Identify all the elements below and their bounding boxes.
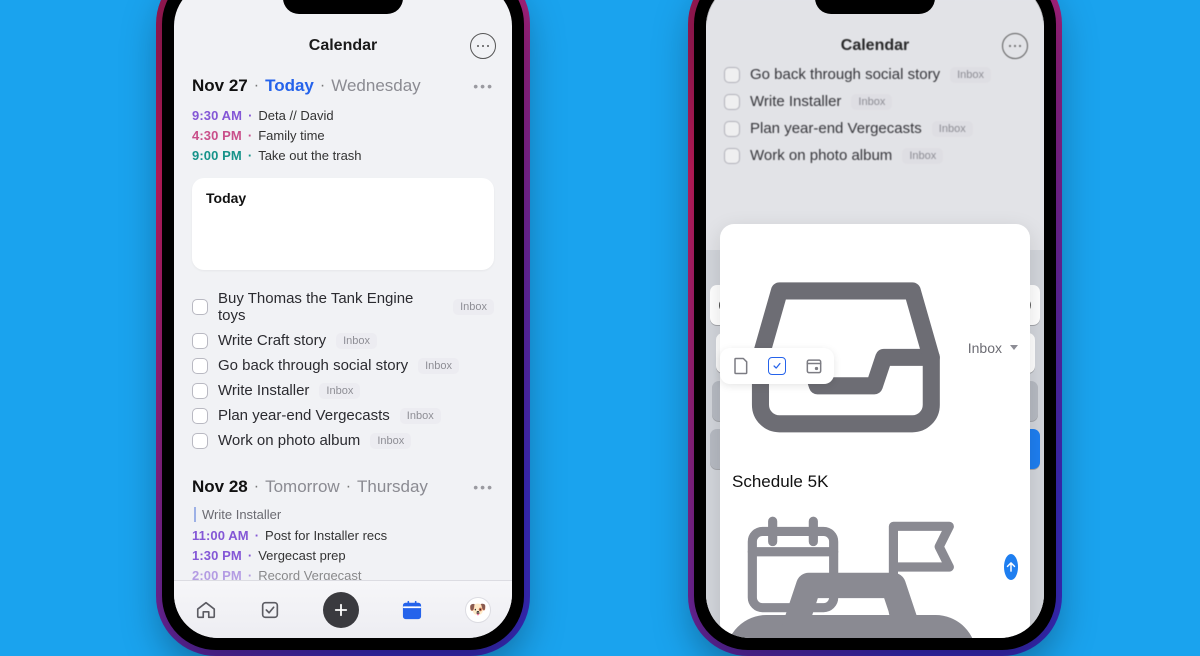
checkbox[interactable] bbox=[192, 408, 208, 424]
day-date: Nov 28 bbox=[192, 477, 248, 497]
task-row[interactable]: Buy Thomas the Tank Engine toysInbox bbox=[192, 290, 494, 324]
today-empty-card[interactable]: Today bbox=[192, 178, 494, 270]
day-tag-tomorrow: Tomorrow bbox=[265, 477, 340, 497]
day-more-button[interactable]: ••• bbox=[473, 479, 494, 495]
page-title: Calendar bbox=[309, 37, 377, 55]
checkbox[interactable] bbox=[192, 299, 208, 315]
day-tag-today: Today bbox=[265, 76, 314, 96]
check-square-icon bbox=[259, 599, 281, 621]
plus-icon bbox=[332, 601, 350, 619]
task-row[interactable]: Write InstallerInbox bbox=[192, 382, 494, 399]
checkbox[interactable] bbox=[724, 148, 740, 164]
compose-list-label: Inbox bbox=[968, 340, 1002, 356]
checkbox[interactable] bbox=[192, 383, 208, 399]
dynamic-island bbox=[815, 0, 935, 14]
more-options-button[interactable] bbox=[1002, 33, 1028, 59]
event-row[interactable]: 4:30 PM· Family time bbox=[192, 126, 494, 146]
list-badge: Inbox bbox=[851, 94, 892, 110]
home-icon bbox=[195, 599, 217, 621]
avatar-icon: 🐶 bbox=[469, 601, 486, 618]
tab-profile[interactable]: 🐶 bbox=[465, 597, 491, 623]
calendar-icon bbox=[401, 599, 423, 621]
dynamic-island bbox=[283, 0, 403, 14]
checkbox[interactable] bbox=[192, 333, 208, 349]
screen-left: Calendar Nov 27 · Today · Wednesday ••• … bbox=[174, 0, 512, 638]
event-row[interactable]: 11:00 AM· Post for Installer recs bbox=[192, 526, 494, 546]
list-badge: Inbox bbox=[319, 383, 360, 399]
phone-left: Calendar Nov 27 · Today · Wednesday ••• … bbox=[162, 0, 524, 650]
add-task-button[interactable] bbox=[323, 592, 359, 628]
tab-home[interactable] bbox=[195, 599, 217, 621]
phone-right: Calendar Go back through social storyInb… bbox=[694, 0, 1056, 650]
list-badge: Inbox bbox=[932, 121, 973, 137]
task-row[interactable]: Work on photo albumInbox bbox=[192, 432, 494, 449]
task-row[interactable]: Plan year-end VergecastsInbox bbox=[192, 407, 494, 424]
tab-tasks[interactable] bbox=[259, 599, 281, 621]
task-row[interactable]: Work on photo albumInbox bbox=[724, 147, 1026, 164]
day-dow: Thursday bbox=[357, 477, 428, 497]
list-badge: Inbox bbox=[902, 148, 943, 164]
today-card-title: Today bbox=[206, 190, 480, 206]
tasks-today: Buy Thomas the Tank Engine toysInbox Wri… bbox=[192, 290, 494, 449]
events-tomorrow: 11:00 AM· Post for Installer recs 1:30 P… bbox=[192, 526, 494, 586]
list-badge: Inbox bbox=[370, 433, 411, 449]
day-date: Nov 27 bbox=[192, 76, 248, 96]
day-header-tomorrow: Nov 28 · Tomorrow · Thursday ••• bbox=[192, 477, 494, 497]
checkbox[interactable] bbox=[192, 433, 208, 449]
screen-right: Calendar Go back through social storyInb… bbox=[706, 0, 1044, 638]
day-dow: Wednesday bbox=[331, 76, 420, 96]
event-row[interactable]: 1:30 PM· Vergecast prep bbox=[192, 546, 494, 566]
checkbox[interactable] bbox=[724, 121, 740, 137]
task-row[interactable]: Write InstallerInbox bbox=[724, 93, 1026, 110]
list-badge: Inbox bbox=[453, 299, 494, 315]
checkbox[interactable] bbox=[192, 358, 208, 374]
checkbox[interactable] bbox=[724, 94, 740, 110]
ellipsis-icon bbox=[1014, 45, 1017, 48]
chevron-down-icon bbox=[1010, 345, 1018, 350]
tab-calendar[interactable] bbox=[401, 599, 423, 621]
list-badge: Inbox bbox=[400, 408, 441, 424]
day-more-button[interactable]: ••• bbox=[473, 78, 494, 94]
day-note[interactable]: Write Installer bbox=[194, 507, 494, 522]
list-badge: Inbox bbox=[418, 358, 459, 374]
events-today: 9:30 AM· Deta // David 4:30 PM· Family t… bbox=[192, 106, 494, 166]
ellipsis-icon bbox=[482, 45, 485, 48]
task-row[interactable]: Write Craft storyInbox bbox=[192, 332, 494, 349]
calendar-scroll[interactable]: Nov 27 · Today · Wednesday ••• 9:30 AM· … bbox=[174, 70, 512, 638]
event-row[interactable]: 9:30 AM· Deta // David bbox=[192, 106, 494, 126]
task-row[interactable]: Plan year-end VergecastsInbox bbox=[724, 120, 1026, 137]
nav-bar: Calendar bbox=[174, 22, 512, 70]
tab-bar: 🐶 bbox=[174, 580, 512, 638]
nav-bar: Calendar bbox=[706, 22, 1044, 70]
task-row[interactable]: Go back through social storyInbox bbox=[192, 357, 494, 374]
page-title: Calendar bbox=[841, 37, 909, 55]
tasks-list: Go back through social storyInbox Write … bbox=[706, 66, 1044, 174]
list-badge: Inbox bbox=[336, 333, 377, 349]
discard-button[interactable] bbox=[706, 356, 1020, 638]
event-row[interactable]: 9:00 PM· Take out the trash bbox=[192, 146, 494, 166]
day-header-today: Nov 27 · Today · Wednesday ••• bbox=[192, 76, 494, 96]
more-options-button[interactable] bbox=[470, 33, 496, 59]
